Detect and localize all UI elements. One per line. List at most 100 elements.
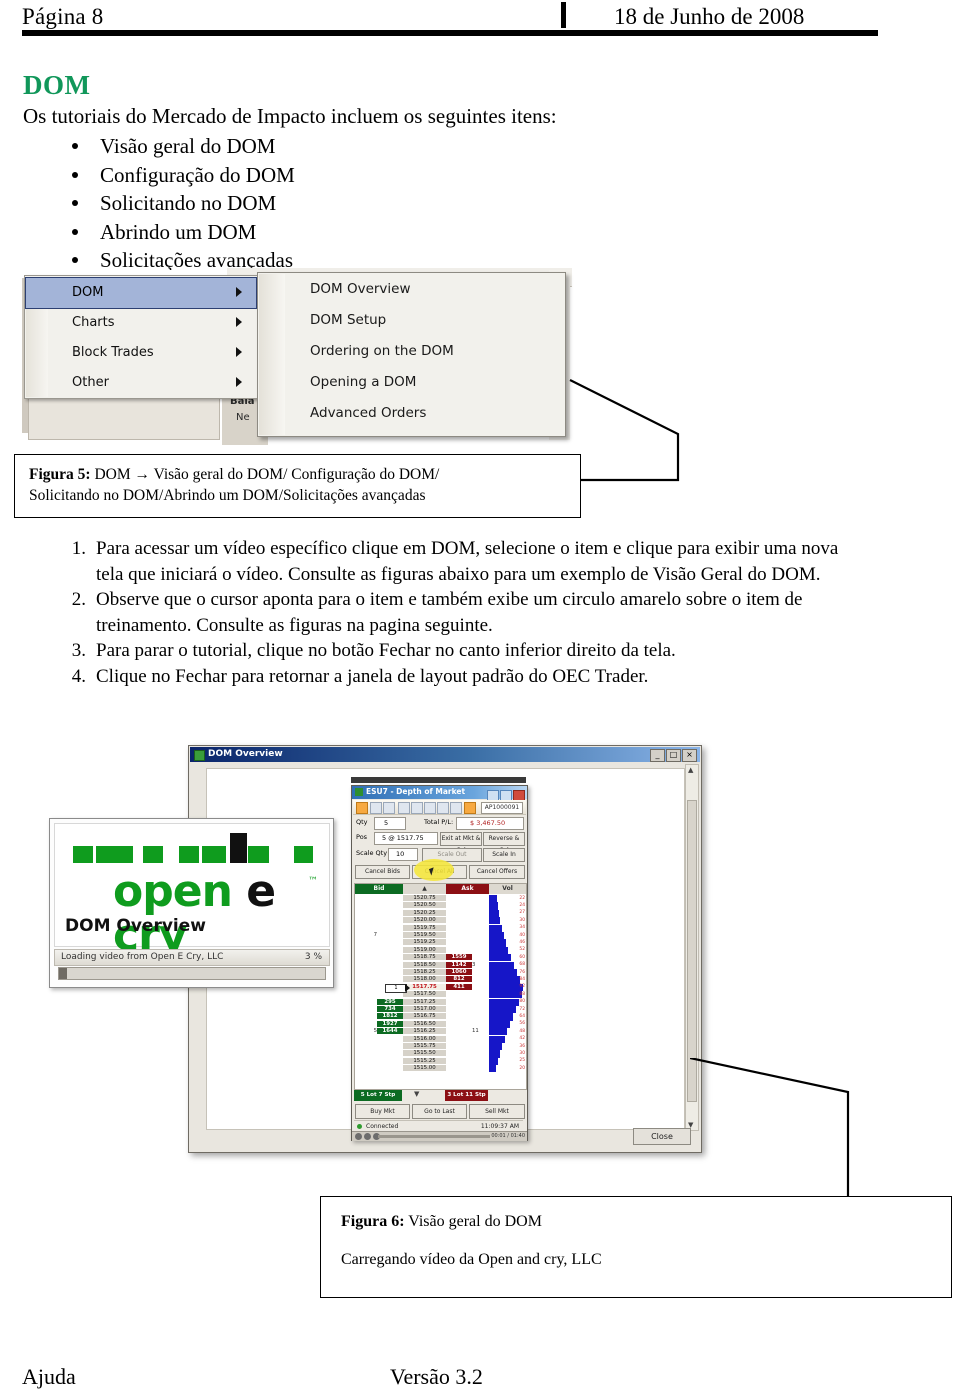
cancel-bids-button[interactable]: Cancel Bids — [355, 865, 410, 879]
folder-tool-icon[interactable] — [464, 802, 476, 814]
dom-toolbar[interactable]: AP1000091 — [353, 800, 526, 815]
video-player-controls[interactable]: 00:01 / 01:40 — [352, 1131, 527, 1141]
qty-input[interactable] — [374, 817, 406, 830]
maximize-button[interactable]: □ — [666, 749, 681, 762]
price-cell[interactable]: 1515.25 — [403, 1057, 446, 1064]
price-ladder[interactable]: Bid ▲ Ask Vol 1520.75 22 1520.50 24 1520.25 2… — [354, 883, 527, 1090]
pause-icon[interactable] — [364, 1133, 371, 1140]
ladder-row[interactable]: 1518.50 1142 3 68 — [355, 961, 526, 969]
ladder-row[interactable]: 734 1517.00 72 — [355, 1006, 526, 1014]
ladder-row[interactable]: 1519.75 34 — [355, 924, 526, 932]
scale-in-button[interactable]: Scale In — [483, 848, 525, 862]
ask-size[interactable]: 411 — [446, 983, 472, 990]
price-cell[interactable]: 1516.00 — [403, 1035, 446, 1042]
link-tool-icon[interactable] — [424, 802, 436, 814]
ladder-row[interactable]: 1927 1516.50 56 — [355, 1020, 526, 1029]
bid-size[interactable]: 1812 — [377, 1013, 403, 1020]
video-progress-track[interactable] — [378, 1135, 490, 1138]
view-tool-icon[interactable] — [450, 802, 462, 814]
bid-size[interactable]: 1927 — [377, 1020, 403, 1027]
price-cell[interactable]: 1520.00 — [403, 917, 446, 924]
ladder-row[interactable]: 1517.50 88 — [355, 991, 526, 999]
ask-size[interactable]: 1559 — [446, 954, 472, 961]
bid-size[interactable]: 734 — [377, 1006, 403, 1012]
window-controls[interactable]: _ □ × — [649, 749, 697, 762]
price-cell[interactable]: 1517.50 — [403, 991, 446, 998]
ladder-row[interactable]: 1518.25 1060 76 — [355, 969, 526, 977]
submenu[interactable]: DOM Overview DOM Setup Ordering on the D… — [257, 272, 566, 437]
context-menu[interactable]: DOM Charts Block Trades Other — [24, 275, 258, 399]
account-selector[interactable]: AP1000091 — [481, 802, 523, 814]
price-cell[interactable]: 1515.50 — [403, 1050, 446, 1057]
minimize-button[interactable]: _ — [650, 749, 665, 762]
reverse-cxl-button[interactable]: Reverse & Cxl — [483, 832, 525, 854]
ladder-row[interactable]: 1517.75 411 92 — [355, 983, 526, 992]
price-cell[interactable]: 1520.50 — [403, 902, 446, 909]
scroll-up-icon[interactable]: ▲ — [688, 766, 693, 774]
ladder-row[interactable]: 1518.00 812 84 — [355, 976, 526, 984]
price-cell[interactable]: 1516.75 — [403, 1013, 446, 1020]
ladder-row[interactable]: 1812 1516.75 64 — [355, 1013, 526, 1021]
price-cell[interactable]: 1518.75 — [403, 954, 446, 961]
ladder-row[interactable]: 1520.25 27 — [355, 909, 526, 918]
submenu-item-dom-setup[interactable]: DOM Setup — [310, 312, 386, 328]
ladder-row[interactable]: 295 1517.25 80 — [355, 998, 526, 1006]
ladder-row[interactable]: 1519.00 52 — [355, 946, 526, 955]
ladder-row[interactable]: 1515.50 30 — [355, 1050, 526, 1058]
price-cell[interactable]: 1517.25 — [403, 998, 446, 1005]
ladder-row[interactable]: 1519.25 46 — [355, 939, 526, 947]
ladder-row[interactable]: 1520.50 24 — [355, 902, 526, 910]
ask-size[interactable]: 812 — [446, 976, 472, 983]
go-to-last-button[interactable]: Go to Last — [412, 1104, 467, 1119]
bid-size[interactable]: 295 — [377, 998, 403, 1005]
menu-item-block-trades[interactable]: Block Trades — [26, 338, 256, 368]
price-cell[interactable]: 1520.25 — [403, 909, 446, 916]
submenu-item-opening[interactable]: Opening a DOM — [310, 374, 416, 390]
price-cell[interactable]: 1519.00 — [403, 946, 446, 953]
price-cell[interactable]: 1516.50 — [403, 1020, 446, 1027]
price-cell[interactable]: 1515.00 — [403, 1065, 446, 1072]
ladder-row[interactable]: 1520.00 30 — [355, 917, 526, 925]
ladder-row[interactable]: 7 1519.50 40 — [355, 932, 526, 940]
price-cell[interactable]: 1516.25 — [403, 1028, 446, 1035]
bid-size[interactable]: 1644 — [377, 1028, 403, 1035]
scroll-down-icon[interactable]: ▼ — [414, 1090, 419, 1098]
menu-item-dom[interactable]: DOM — [25, 277, 257, 309]
sell-mkt-button[interactable]: Sell Mkt — [469, 1104, 525, 1119]
working-order-tag[interactable]: 1 — [385, 984, 407, 993]
menu-item-other[interactable]: Other — [26, 368, 256, 398]
settings-tool-icon[interactable] — [411, 802, 423, 814]
ladder-row[interactable]: 1515.75 36 — [355, 1043, 526, 1051]
price-cell[interactable]: 1518.00 — [403, 976, 446, 983]
order-tool-icon[interactable] — [356, 802, 368, 814]
globe-tool-icon[interactable] — [383, 802, 395, 814]
ask-size[interactable]: 1142 — [446, 961, 472, 968]
grid-tool-icon[interactable] — [370, 802, 382, 814]
price-cell[interactable]: 1515.75 — [403, 1043, 446, 1049]
ladder-row[interactable]: 1515.25 25 — [355, 1057, 526, 1066]
chart-tool-icon[interactable] — [398, 802, 410, 814]
price-cell[interactable]: 1519.50 — [403, 932, 446, 938]
menu-item-charts[interactable]: Charts — [26, 308, 256, 338]
cancel-offers-button[interactable]: Cancel Offers — [469, 865, 525, 879]
ladder-row[interactable]: 1518.75 1559 60 — [355, 954, 526, 962]
close-window-button[interactable]: × — [682, 749, 697, 762]
scrollbar-thumb[interactable] — [687, 800, 697, 1102]
font-tool-icon[interactable] — [437, 802, 449, 814]
submenu-item-ordering[interactable]: Ordering on the DOM — [310, 343, 454, 359]
price-cell[interactable]: 1520.75 — [403, 895, 446, 901]
close-button[interactable]: Close — [633, 1128, 691, 1145]
price-cell[interactable]: 1517.00 — [403, 1006, 446, 1012]
ladder-row[interactable]: 1520.75 22 — [355, 895, 526, 903]
price-cell[interactable]: 1519.75 — [403, 924, 446, 931]
submenu-item-advanced[interactable]: Advanced Orders — [310, 405, 426, 421]
submenu-item-dom-overview[interactable]: DOM Overview — [310, 281, 411, 297]
exit-at-mkt-cxl-button[interactable]: Exit at Mkt & Cxl — [440, 832, 482, 854]
ladder-row[interactable]: 1516.00 42 — [355, 1035, 526, 1043]
buy-mkt-button[interactable]: Buy Mkt — [355, 1104, 410, 1119]
price-cell[interactable]: 1518.50 — [403, 961, 446, 968]
ladder-row[interactable]: 5 1644 1516.25 11 48 — [355, 1028, 526, 1036]
ladder-row[interactable]: 1515.00 20 — [355, 1065, 526, 1073]
price-cell[interactable]: 1518.25 — [403, 969, 446, 975]
play-icon[interactable] — [355, 1133, 362, 1140]
